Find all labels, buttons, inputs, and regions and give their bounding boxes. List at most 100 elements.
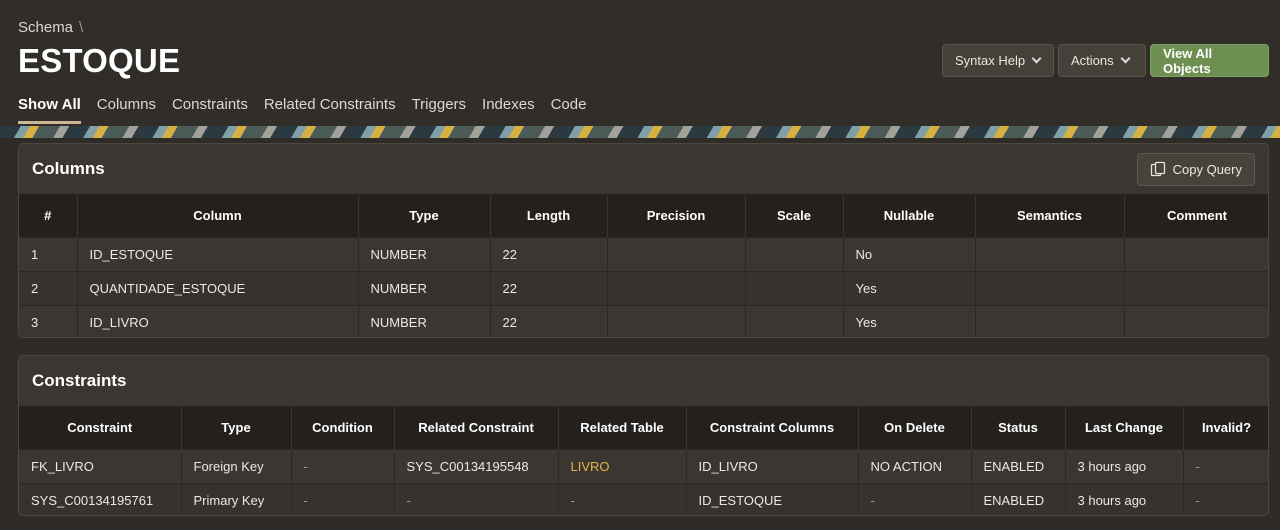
column-header[interactable]: On Delete	[858, 407, 972, 449]
table-cell: NUMBER	[358, 236, 491, 271]
column-header[interactable]: #	[19, 195, 78, 237]
table-cell: Yes	[843, 304, 976, 337]
column-header[interactable]: Nullable	[843, 195, 976, 237]
tab-show-all[interactable]: Show All	[18, 96, 81, 124]
column-header[interactable]: Type	[181, 407, 292, 449]
table-cell	[975, 304, 1125, 337]
columns-table-header-row: # Column Type Length Precision Scale Nul…	[19, 195, 1268, 237]
table-row: 3 ID_LIVRO NUMBER 22 Yes	[19, 304, 1268, 337]
breadcrumb-parent[interactable]: Schema	[18, 19, 73, 36]
table-cell: No	[843, 236, 976, 271]
column-header[interactable]: Precision	[607, 195, 746, 237]
table-cell: -	[291, 448, 395, 483]
table-cell: Primary Key	[181, 482, 292, 515]
table-cell: -	[1183, 482, 1268, 515]
table-cell	[745, 236, 844, 271]
column-header[interactable]: Status	[971, 407, 1066, 449]
column-header[interactable]: Related Constraint	[394, 407, 559, 449]
table-cell: SYS_C00134195548	[394, 448, 559, 483]
tab-triggers[interactable]: Triggers	[412, 96, 466, 124]
syntax-help-button[interactable]: Syntax Help	[942, 44, 1054, 77]
columns-region: Columns Copy Query # Column Type Length …	[18, 143, 1269, 338]
table-cell: 1	[19, 236, 78, 271]
column-header[interactable]: Type	[358, 195, 491, 237]
table-cell: ID_ESTOQUE	[686, 482, 859, 515]
table-cell: ID_LIVRO	[686, 448, 859, 483]
table-cell: 3	[19, 304, 78, 337]
tab-bar: Show All Columns Constraints Related Con…	[18, 96, 586, 124]
actions-button[interactable]: Actions	[1058, 44, 1146, 77]
constraints-table: Constraint Type Condition Related Constr…	[19, 407, 1268, 515]
copy-query-label: Copy Query	[1172, 161, 1242, 177]
column-header[interactable]: Length	[490, 195, 608, 237]
table-cell: NO ACTION	[858, 448, 972, 483]
page-header: Schema \ ESTOQUE Syntax Help Actions Vie…	[0, 0, 1280, 127]
table-cell	[1124, 236, 1268, 271]
table-cell: 22	[490, 236, 608, 271]
breadcrumb-separator: \	[79, 19, 84, 36]
table-cell: ID_LIVRO	[77, 304, 359, 337]
view-all-objects-button[interactable]: View All Objects	[1150, 44, 1269, 77]
constraints-region: Constraints Constraint Type Condition Re…	[18, 355, 1269, 516]
table-row: SYS_C00134195761 Primary Key - - - ID_ES…	[19, 482, 1268, 515]
constraints-region-title: Constraints	[32, 371, 127, 390]
table-cell: 22	[490, 304, 608, 337]
table-cell: ID_ESTOQUE	[77, 236, 359, 271]
table-cell: ENABLED	[971, 448, 1066, 483]
column-header[interactable]: Comment	[1124, 195, 1268, 237]
breadcrumb: Schema \	[18, 19, 83, 36]
actions-label: Actions	[1071, 53, 1114, 68]
table-cell: -	[558, 482, 687, 515]
table-cell: 3 hours ago	[1065, 448, 1184, 483]
column-header[interactable]: Constraint	[19, 407, 182, 449]
table-cell: -	[1183, 448, 1268, 483]
copy-query-button[interactable]: Copy Query	[1136, 152, 1255, 186]
table-cell: -	[291, 482, 395, 515]
table-row: 2 QUANTIDADE_ESTOQUE NUMBER 22 Yes	[19, 270, 1268, 305]
column-header[interactable]: Semantics	[975, 195, 1125, 237]
table-cell: NUMBER	[358, 304, 491, 337]
tab-code[interactable]: Code	[551, 96, 587, 124]
table-cell: QUANTIDADE_ESTOQUE	[77, 270, 359, 305]
column-header[interactable]: Invalid?	[1183, 407, 1268, 449]
columns-region-title: Columns	[32, 159, 105, 178]
table-cell: -	[858, 482, 972, 515]
table-cell: 2	[19, 270, 78, 305]
table-cell	[607, 270, 746, 305]
column-header[interactable]: Scale	[745, 195, 844, 237]
tab-indexes[interactable]: Indexes	[482, 96, 535, 124]
related-table-link[interactable]: LIVRO	[558, 448, 687, 483]
tab-related-constraints[interactable]: Related Constraints	[264, 96, 396, 124]
table-cell	[975, 270, 1125, 305]
table-cell	[607, 236, 746, 271]
column-header[interactable]: Related Table	[558, 407, 687, 449]
tab-columns[interactable]: Columns	[97, 96, 156, 124]
decorative-banner	[0, 126, 1280, 138]
table-cell: 22	[490, 270, 608, 305]
table-cell	[745, 304, 844, 337]
copy-icon	[1150, 161, 1165, 177]
table-cell: Foreign Key	[181, 448, 292, 483]
constraints-region-header: Constraints	[19, 356, 1268, 407]
table-cell: 3 hours ago	[1065, 482, 1184, 515]
table-row: 1 ID_ESTOQUE NUMBER 22 No	[19, 236, 1268, 271]
table-cell	[745, 270, 844, 305]
table-cell: ENABLED	[971, 482, 1066, 515]
column-header[interactable]: Condition	[291, 407, 395, 449]
column-header[interactable]: Constraint Columns	[686, 407, 859, 449]
table-cell: -	[394, 482, 559, 515]
chevron-down-icon	[1120, 53, 1131, 64]
chevron-down-icon	[1031, 53, 1042, 64]
columns-region-header: Columns Copy Query	[19, 144, 1268, 195]
table-cell	[1124, 304, 1268, 337]
table-cell	[1124, 270, 1268, 305]
column-header[interactable]: Column	[77, 195, 359, 237]
table-cell: Yes	[843, 270, 976, 305]
column-header[interactable]: Last Change	[1065, 407, 1184, 449]
columns-table: # Column Type Length Precision Scale Nul…	[19, 195, 1268, 337]
tab-constraints[interactable]: Constraints	[172, 96, 248, 124]
page-title: ESTOQUE	[18, 42, 181, 79]
syntax-help-label: Syntax Help	[955, 53, 1026, 68]
table-cell: SYS_C00134195761	[19, 482, 182, 515]
table-cell: NUMBER	[358, 270, 491, 305]
